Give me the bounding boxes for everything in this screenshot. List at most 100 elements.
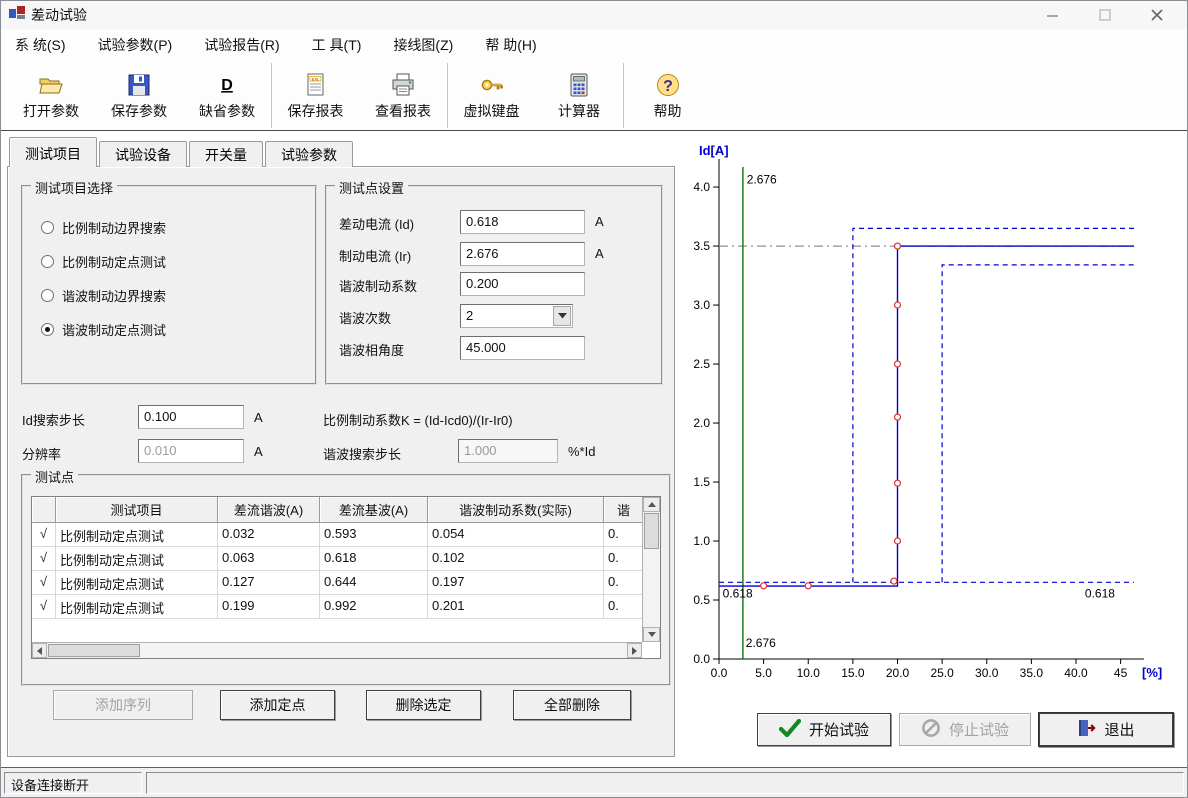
svg-text:4.0: 4.0 <box>693 180 710 194</box>
svg-text:3.0: 3.0 <box>693 298 710 312</box>
svg-text:30.0: 30.0 <box>975 666 999 680</box>
tab[interactable]: 试验设备 <box>99 141 187 167</box>
svg-text:25.0: 25.0 <box>930 666 954 680</box>
svg-text:Id[A]: Id[A] <box>699 143 729 158</box>
start-check-icon <box>779 719 801 741</box>
cell-fundamental: 0.992 <box>320 595 428 618</box>
scroll-left-button[interactable] <box>32 643 47 658</box>
toolbar-button[interactable]: 计算器 <box>535 63 623 128</box>
tab[interactable]: 试验参数 <box>265 141 353 167</box>
row-check[interactable]: √ <box>32 571 56 594</box>
cell-project: 比例制动定点测试 <box>56 595 218 618</box>
scroll-down-button[interactable] <box>643 627 660 642</box>
header-fundamental[interactable]: 差流基波(A) <box>320 497 428 523</box>
cell-fundamental: 0.644 <box>320 571 428 594</box>
toolbar-button[interactable]: D 缺省参数 <box>183 63 271 128</box>
add-sequence-button[interactable]: 添加序列 <box>53 690 193 720</box>
maximize-button[interactable] <box>1097 7 1113 23</box>
save-report-icon: EXL <box>303 71 329 99</box>
cell-project: 比例制动定点测试 <box>56 571 218 594</box>
group-title: 测试项目选择 <box>31 178 117 197</box>
radio-option[interactable]: 比例制动边界搜索 <box>41 217 166 238</box>
scroll-up-button[interactable] <box>643 497 660 512</box>
unit-label: A <box>254 444 263 459</box>
svg-text:0.5: 0.5 <box>693 593 710 607</box>
chevron-down-icon[interactable] <box>553 306 571 326</box>
menu-item[interactable]: 系 统(S) <box>15 35 66 55</box>
header-project[interactable]: 测试项目 <box>56 497 218 523</box>
app-window: 差动试验 系 统(S) 试验参数(P) 试验报告(R) 工 具(T) 接线图(Z… <box>0 0 1188 798</box>
field-label: 制动电流 (Ir) <box>339 246 411 265</box>
restraint-current-input[interactable]: 2.676 <box>460 242 585 266</box>
radio-option[interactable]: 谐波制动边界搜索 <box>41 285 166 306</box>
add-point-button[interactable]: 添加定点 <box>220 690 335 720</box>
horizontal-scroll-thumb[interactable] <box>48 644 140 657</box>
vertical-scroll-thumb[interactable] <box>644 513 659 549</box>
cell-coefficient: 0.102 <box>428 547 604 570</box>
menu-item[interactable]: 试验参数(P) <box>98 35 173 55</box>
resolution-input[interactable]: 0.010 <box>138 439 244 463</box>
delete-selected-button[interactable]: 删除选定 <box>366 690 481 720</box>
toolbar-button[interactable]: 保存参数 <box>95 63 183 128</box>
field-label: 差动电流 (Id) <box>339 214 414 233</box>
svg-text:0.0: 0.0 <box>693 652 710 666</box>
row-check[interactable]: √ <box>32 595 56 618</box>
radio-option[interactable]: 谐波制动定点测试 <box>41 319 166 340</box>
tab[interactable]: 测试项目 <box>9 137 97 167</box>
cell-harmonic: 0.127 <box>218 571 320 594</box>
row-check[interactable]: √ <box>32 523 56 546</box>
cell-coefficient: 0.054 <box>428 523 604 546</box>
svg-text:40.0: 40.0 <box>1064 666 1088 680</box>
horizontal-scrollbar[interactable] <box>32 642 642 658</box>
table-row[interactable]: √ 比例制动定点测试 0.032 0.593 0.054 0. <box>32 523 660 547</box>
harmonic-order-select[interactable]: 2 <box>460 304 573 328</box>
menu-item[interactable]: 帮 助(H) <box>485 35 536 55</box>
header-check[interactable] <box>32 497 56 523</box>
start-test-button[interactable]: 开始试验 <box>757 713 891 746</box>
toolbar-button[interactable]: 虚拟键盘 <box>447 63 535 128</box>
toolbar-button[interactable]: ? 帮助 <box>623 63 711 128</box>
test-point-settings-group: 测试点设置 差动电流 (Id) 0.618 A 制动电流 (Ir) 2.676 … <box>325 185 663 385</box>
help-icon: ? <box>655 71 681 99</box>
unit-label: %*Id <box>568 444 595 459</box>
cell-project: 比例制动定点测试 <box>56 523 218 546</box>
diff-current-input[interactable]: 0.618 <box>460 210 585 234</box>
menu-item[interactable]: 试验报告(R) <box>204 35 279 55</box>
cell-harmonic: 0.199 <box>218 595 320 618</box>
exit-button[interactable]: 退出 <box>1039 713 1173 746</box>
radio-option[interactable]: 比例制动定点测试 <box>41 251 166 272</box>
toolbar-button[interactable]: 打开参数 <box>7 63 95 128</box>
harmonic-coefficient-input[interactable]: 0.200 <box>460 272 585 296</box>
menu-item[interactable]: 工 具(T) <box>312 35 362 55</box>
cell-partial: 0. <box>604 595 644 618</box>
tab[interactable]: 开关量 <box>189 141 263 167</box>
row-check[interactable]: √ <box>32 547 56 570</box>
svg-text:2.676: 2.676 <box>746 636 776 650</box>
field-label: 谐波制动系数 <box>339 276 417 295</box>
toolbar-button[interactable]: 查看报表 <box>359 63 447 128</box>
table-row[interactable]: √ 比例制动定点测试 0.063 0.618 0.102 0. <box>32 547 660 571</box>
close-button[interactable] <box>1149 7 1165 23</box>
scroll-right-button[interactable] <box>627 643 642 658</box>
stop-test-button[interactable]: 停止试验 <box>899 713 1031 746</box>
coefficient-formula: 比例制动系数K = (Id-Icd0)/(Ir-Ir0) <box>323 410 513 429</box>
cell-partial: 0. <box>604 523 644 546</box>
minimize-button[interactable] <box>1045 7 1061 23</box>
table-row[interactable]: √ 比例制动定点测试 0.127 0.644 0.197 0. <box>32 571 660 595</box>
harmonic-phase-input[interactable]: 45.000 <box>460 336 585 360</box>
header-coefficient[interactable]: 谐波制动系数(实际) <box>428 497 604 523</box>
header-partial[interactable]: 谐 <box>604 497 644 523</box>
toolbar-button[interactable]: EXL 保存报表 <box>271 63 359 128</box>
header-harmonic[interactable]: 差流谐波(A) <box>218 497 320 523</box>
toolbar: 打开参数 保存参数 D 缺省参数 EXL 保存报表 查看报表 <box>1 61 1187 131</box>
vertical-scrollbar[interactable] <box>642 497 660 642</box>
svg-text:15.0: 15.0 <box>841 666 865 680</box>
delete-all-button[interactable]: 全部删除 <box>513 690 631 720</box>
test-items-tab-page: 测试项目选择 比例制动边界搜索 比例制动定点测试 谐波制动 <box>7 166 675 757</box>
table-row[interactable]: √ 比例制动定点测试 0.199 0.992 0.201 0. <box>32 595 660 619</box>
table-header-row: 测试项目 差流谐波(A) 差流基波(A) 谐波制动系数(实际) 谐 <box>32 497 660 523</box>
menu-item[interactable]: 接线图(Z) <box>393 35 453 55</box>
id-step-input[interactable]: 0.100 <box>138 405 244 429</box>
resolution-label: 分辨率 <box>22 444 61 463</box>
harmonic-step-input[interactable]: 1.000 <box>458 439 558 463</box>
